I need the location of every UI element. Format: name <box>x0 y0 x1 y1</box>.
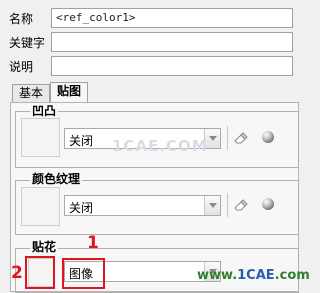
color-texture-separator <box>227 193 228 217</box>
description-field[interactable] <box>51 56 293 76</box>
annotation-marker-2: 2 <box>11 263 23 283</box>
site-watermark-suffix: .com <box>274 268 310 283</box>
bump-select-value: 关闭 <box>69 134 94 148</box>
annotation-box-1 <box>62 258 105 289</box>
annotation-box-2 <box>25 256 55 289</box>
color-texture-select-value: 关闭 <box>69 201 94 215</box>
tab-texture[interactable]: 贴图 <box>50 82 88 103</box>
color-texture-group-label: 颜色纹理 <box>30 172 83 186</box>
decal-group-label: 贴花 <box>30 240 59 254</box>
description-label: 说明 <box>9 60 34 74</box>
sphere-preview-icon[interactable] <box>262 131 274 143</box>
color-texture-select[interactable]: 关闭 <box>64 195 221 216</box>
keyword-field[interactable] <box>51 32 293 52</box>
eraser-icon[interactable] <box>234 132 248 147</box>
sphere-preview-icon[interactable] <box>262 198 274 210</box>
annotation-marker-1: 1 <box>87 233 99 253</box>
site-watermark: www.1CAE.com <box>197 268 310 283</box>
chevron-down-icon[interactable] <box>204 196 220 215</box>
site-watermark-brand: 1CAE <box>237 268 275 283</box>
bump-preview-swatch[interactable] <box>21 118 60 157</box>
color-texture-preview-swatch[interactable] <box>21 187 60 226</box>
tab-basic[interactable]: 基本 <box>12 84 50 103</box>
bump-separator <box>227 126 228 150</box>
keyword-label: 关键字 <box>9 36 46 50</box>
eraser-icon[interactable] <box>234 199 248 214</box>
bump-group-label: 凹凸 <box>30 104 59 118</box>
watermark-text: 1CAE.COM <box>112 137 208 155</box>
name-field[interactable]: <ref_color1> <box>51 8 293 28</box>
name-label: 名称 <box>9 12 34 26</box>
site-watermark-prefix: www. <box>197 268 238 283</box>
